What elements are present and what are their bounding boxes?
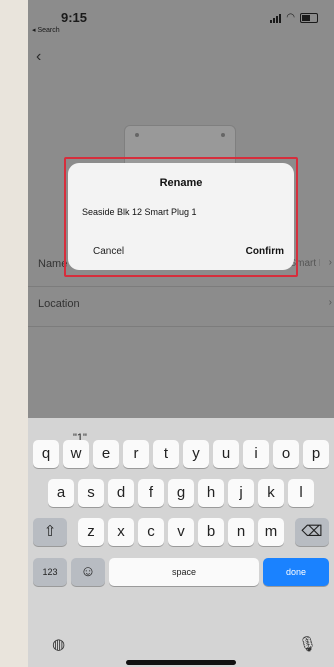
dialog-actions: Cancel Confirm [68,237,294,267]
key-v[interactable]: v [168,518,194,546]
key-o[interactable]: o [273,440,299,468]
rename-dialog: Rename Cancel Confirm [68,163,294,270]
status-bar: 9:15 ◂ Search ◠ [28,0,334,44]
key-a[interactable]: a [48,479,74,507]
delete-key[interactable]: ⌫ [295,518,329,546]
key-z[interactable]: z [78,518,104,546]
done-key[interactable]: done [263,558,329,586]
key-h[interactable]: h [198,479,224,507]
status-icons: ◠ [270,13,318,23]
battery-icon [300,13,318,23]
home-indicator [126,660,236,665]
key-b[interactable]: b [198,518,224,546]
space-key[interactable]: space [109,558,259,586]
key-x[interactable]: x [108,518,134,546]
name-label: Name [38,258,68,270]
key-u[interactable]: u [213,440,239,468]
back-to-search-link[interactable]: ◂ Search [32,26,60,34]
location-row[interactable]: Location › [28,286,334,327]
shift-key[interactable]: ⇧ [33,518,67,546]
wifi-icon: ◠ [286,12,295,23]
rename-input[interactable] [82,203,280,221]
key-m[interactable]: m [258,518,284,546]
key-f[interactable]: f [138,479,164,507]
key-i[interactable]: i [243,440,269,468]
cellular-signal-icon [270,14,282,23]
globe-icon[interactable]: ◍ [52,635,65,653]
key-d[interactable]: d [108,479,134,507]
chevron-right-icon: › [328,297,332,308]
key-r[interactable]: r [123,440,149,468]
emoji-key[interactable]: ☺ [71,558,105,586]
keyboard: "1" q w e r t y u i o p a s d f g h j k l ⇧ z x c v b n m ⌫ 123 ☺ spac… [28,418,334,667]
key-g[interactable]: g [168,479,194,507]
back-chevron-icon[interactable]: ‹ [36,48,41,66]
key-c[interactable]: c [138,518,164,546]
dialog-title: Rename [159,177,203,189]
numbers-key[interactable]: 123 [33,558,67,586]
chevron-right-icon: › [328,257,332,268]
key-e[interactable]: e [93,440,119,468]
key-l[interactable]: l [288,479,314,507]
microphone-icon[interactable]: 🎙 [298,635,317,653]
key-j[interactable]: j [228,479,254,507]
key-k[interactable]: k [258,479,284,507]
cancel-button[interactable]: Cancel [93,237,173,267]
key-t[interactable]: t [153,440,179,468]
key-p[interactable]: p [303,440,329,468]
key-w[interactable]: w [63,440,89,468]
key-y[interactable]: y [183,440,209,468]
confirm-button[interactable]: Confirm [204,237,284,267]
clock: 9:15 [61,10,88,25]
phone-screen: 9:15 ◂ Search ◠ ‹ Name Seaside Blk 12 Sm… [28,0,334,667]
key-s[interactable]: s [78,479,104,507]
location-label: Location [38,298,80,310]
key-n[interactable]: n [228,518,254,546]
key-q[interactable]: q [33,440,59,468]
